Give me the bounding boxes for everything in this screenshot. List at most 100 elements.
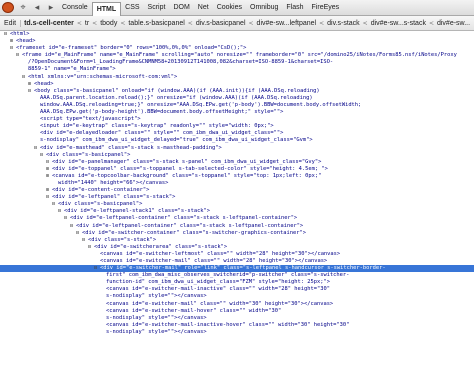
html-node-line[interactable]: ⊟ <frame id="e_MainFrame" name="e_MainFra… [0,52,474,59]
breadcrumb-item[interactable]: div.s-stack [324,20,363,27]
html-node-text: <frameset id="e-frameset" border="0" row… [16,45,247,52]
html-node-line[interactable]: AAA.DSq.EPw.get('p-body-height').BBW=doc… [0,109,474,116]
html-node-text: <div id="e-toppanel" class="s-toppanel s… [52,165,328,172]
html-node-line[interactable]: <canvas id="e-switcher-mail" class="" wi… [0,301,474,308]
html-node-line[interactable]: function-id" com_ibm_dwa_ui_widget_class… [0,279,474,286]
html-node-text: 8859-1" name="e_MainFrame"> [28,66,116,73]
html-node-line[interactable]: ⊟ <div id="e-leftpanel-container" class="… [0,215,474,222]
html-node-text: width="1440" height="66"></canvas> [58,179,169,186]
html-node-text: <canvas id="e-switcher-mail-inactive-hov… [106,321,350,328]
html-node-text: <div id="e-masthead" class="s-stack s-ma… [40,144,222,151]
html-node-line[interactable]: ⊟ <div id="e-masthead" class="s-stack s-m… [0,145,474,152]
html-node-line[interactable]: ⊟ <div id="e-switcher-container" class="s… [0,230,474,237]
html-node-line[interactable]: <canvas id="e-switcher-mail-inactive" cl… [0,286,474,293]
html-node-text: <input id="e-keytrap" class="s-keytrap" … [40,123,274,130]
tab-script[interactable]: Script [144,0,170,15]
html-node-text: <canvas id="e-switcher-mail-inactive" cl… [106,286,330,293]
html-node-line[interactable]: s-nodisplay" style=""></canvas> [0,315,474,322]
html-node-text: <div id="e-switcher-mail" role="link" cl… [100,265,386,272]
html-node-text: <div id="e-panelmanager" class="s-stack … [52,158,322,165]
html-node-text: <canvas id="e-switcher-mail-hover" class… [106,307,282,314]
breadcrumb-item[interactable]: table.s-basicpanel [125,20,187,27]
html-node-line[interactable]: ⊟ <html> [0,31,474,38]
html-node-line[interactable]: /?OpenDocument&Form=l_LoadingFrame&CNMNM… [0,59,474,66]
tab-console[interactable]: Console [58,0,92,15]
html-node-text: function-id" com_ibm_dwa_ui_widget_class… [106,279,330,286]
html-node-line[interactable]: ⊟ <div class="s-basicpanel"> [0,152,474,159]
html-node-line[interactable]: ⊞ <div id="e-toppanel" class="s-toppanel … [0,166,474,173]
tab-net[interactable]: Net [194,0,213,15]
html-node-line[interactable]: <canvas id="e-switcher-mail-inactive-hov… [0,322,474,329]
html-node-text: <canvas id="e-switcher-mail" class="" wi… [100,258,328,264]
html-node-text: <div id="e-delayedloader" class="" style… [40,130,284,137]
html-node-text: <div class="s-basicpanel"> [58,201,143,208]
html-node-line[interactable]: AAA.DSq.parent.location.reload();}" onre… [0,95,474,102]
tab-flash[interactable]: Flash [282,0,307,15]
html-node-line[interactable]: ⊞ <div id="e-content-container"> [0,187,474,194]
html-node-text: AAA.DSq.parent.location.reload();}" onre… [40,94,313,101]
breadcrumb-item[interactable]: div#e-sw...leftpanel [254,20,320,27]
tab-html[interactable]: HTML [91,1,122,16]
html-node-line[interactable]: 8859-1" name="e_MainFrame"> [0,66,474,73]
html-node-text: /?OpenDocument&Form=l_LoadingFrame&CNMNM… [28,59,334,66]
html-node-line[interactable]: <input id="e-keytrap" class="s-keytrap" … [0,123,474,130]
html-tree-panel[interactable]: ⊟ <html> ⊞ <head> ⊟ <frameset id="e-frameset"… [0,31,474,384]
html-node-text: first" com_ibm_dwa_misc_observes_switche… [106,272,350,279]
breadcrumb-item[interactable]: tbody [97,20,120,27]
breadcrumb-item[interactable]: div#e-sw...s-stack [368,20,429,27]
html-node-text: <head> [16,38,36,45]
html-node-line[interactable]: first" com_ibm_dwa_misc_observes_switche… [0,272,474,279]
html-node-text: <div class="s-basicpanel"> [46,151,131,158]
tab-dom[interactable]: DOM [169,0,193,15]
html-node-line[interactable]: ⊟ <div id="e-switcher-mail" role="link" c… [0,265,474,273]
html-node-text: s-nodisplay" style=""></canvas> [106,328,207,335]
html-node-text: <canvas id="e-switcher-leftmost" class="… [100,250,341,257]
breadcrumb-item[interactable]: div#e-sw... [434,20,473,27]
html-node-text: <div id="e-switcherarea" class="s-stack"… [94,243,228,250]
html-node-line[interactable]: ⊟ <div class="s-stack"> [0,237,474,244]
html-node-line[interactable]: width="1440" height="66"></canvas> [0,180,474,187]
html-node-text: <body class="s-basicpanel" onload="if (w… [34,87,320,94]
html-node-text: <canvas id="e-topcoolbar-background" cla… [52,172,322,179]
back-icon[interactable]: ◂ [30,0,44,15]
html-node-line[interactable]: <canvas id="e-switcher-leftmost" class="… [0,251,474,258]
html-node-text: <canvas id="e-switcher-mail" class="" wi… [106,300,334,307]
html-node-text: <div id="e-switcher-container" class="s-… [82,229,306,236]
edit-button[interactable]: Edit [0,19,22,27]
html-node-line[interactable]: ⊞ <head> [0,38,474,45]
html-node-text: <div id="e-leftpanel" class="s-stack"> [52,194,176,201]
html-node-line[interactable]: ⊟ <body class="s-basicpanel" onload="if (… [0,88,474,95]
html-node-text: <div class="s-stack"> [88,236,157,243]
html-node-line[interactable]: ⊟ <frameset id="e-frameset" border="0" ro… [0,45,474,52]
html-node-line[interactable]: ⊟ <div id="e-switcherarea" class="s-stack… [0,244,474,251]
html-node-line[interactable]: ⊞ <head> [0,81,474,88]
html-node-line[interactable]: s-nodisplay" com_ibm_dwa_ui_widget_delay… [0,137,474,144]
breadcrumb-item[interactable]: div.s-basicpanel [193,20,249,27]
html-node-line[interactable]: ⊟ <html xmlns:v="urn:schemas-microsoft-co… [0,74,474,81]
html-node-line[interactable]: ⊟ <div class="s-basicpanel"> [0,201,474,208]
tab-fireeyes[interactable]: FireEyes [308,0,344,15]
html-node-line[interactable]: <canvas id="e-switcher-mail" class="" wi… [0,258,474,265]
html-node-line[interactable]: ⊟ <div id="e-leftpanel-stack1" class="s-s… [0,208,474,215]
html-node-line[interactable]: ⊞ <canvas id="e-topcoolbar-background" cl… [0,173,474,180]
html-node-line[interactable]: window.AAA.DSq.reloading=true;}" onresiz… [0,102,474,109]
firebug-icon[interactable] [0,0,16,15]
tab-omnibug[interactable]: Omnibug [246,0,282,15]
html-node-line[interactable]: s-nodisplay" style=""></canvas> [0,329,474,336]
html-node-line[interactable]: ⊟ <div id="e-leftpanel-container" class="… [0,223,474,230]
inspect-icon[interactable]: ⌖ [16,0,30,15]
breadcrumb-item[interactable]: tr [82,20,92,27]
html-node-text: <div id="e-leftpanel-stack1" class="s-st… [64,208,211,215]
html-node-line[interactable]: ⊟ <div id="e-panelmanager" class="s-stack… [0,159,474,166]
forward-icon[interactable]: ▸ [44,0,58,15]
html-node-line[interactable]: ⊟ <div id="e-leftpanel" class="s-stack"> [0,194,474,201]
html-node-line[interactable]: <div id="e-delayedloader" class="" style… [0,130,474,137]
html-node-line[interactable]: s-nodisplay" style=""></canvas> [0,293,474,300]
tab-cookies[interactable]: Cookies [213,0,246,15]
html-node-line[interactable]: <script type="text/javascript"> [0,116,474,123]
breadcrumb-item[interactable]: td.s-cell-center [21,20,77,27]
html-node-text: <div id="e-leftpanel-container" class="s… [76,222,304,229]
tab-css[interactable]: CSS [121,0,143,15]
html-node-text: AAA.DSq.EPw.get('p-body-height').BBW=doc… [40,109,284,116]
html-node-line[interactable]: <canvas id="e-switcher-mail-hover" class… [0,308,474,315]
